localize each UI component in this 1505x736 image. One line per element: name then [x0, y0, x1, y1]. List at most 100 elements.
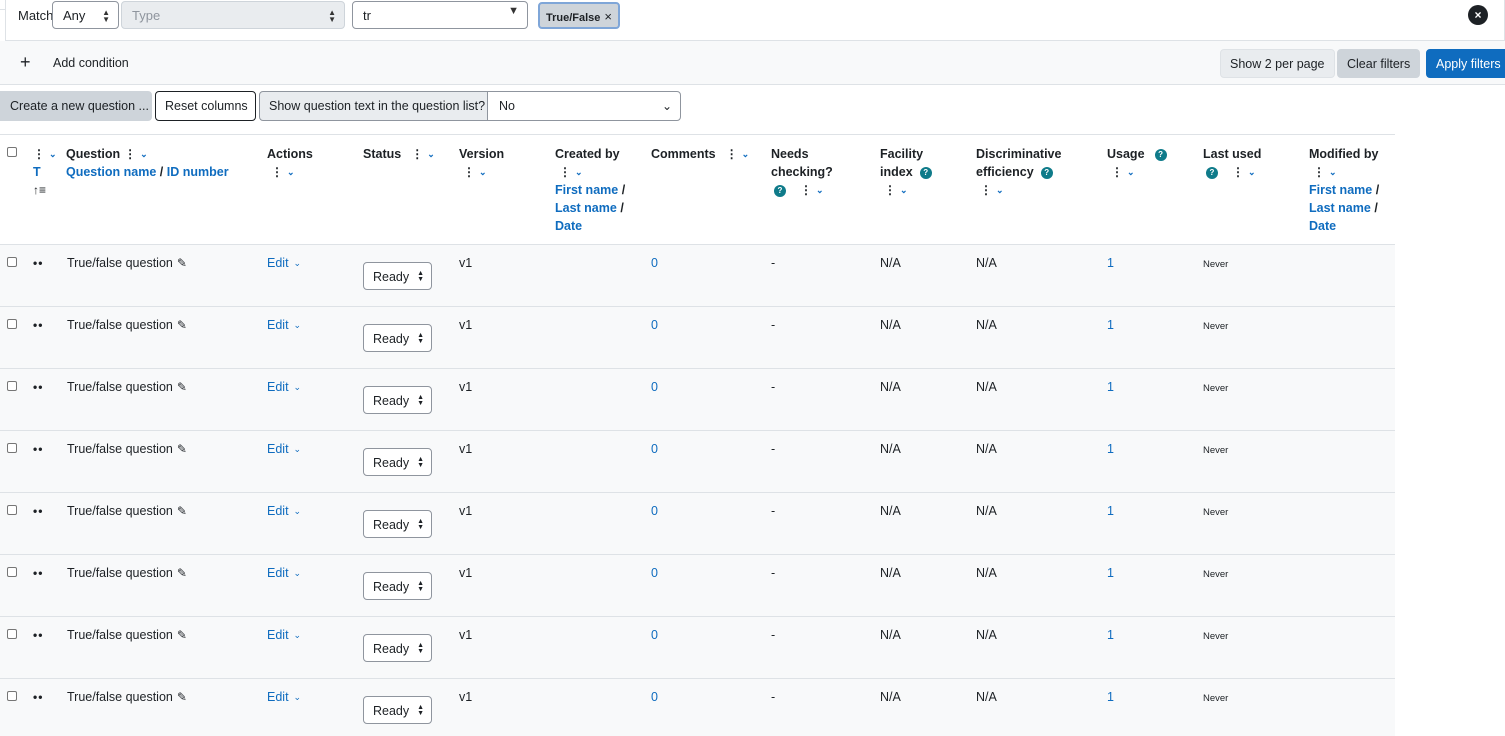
kebab-menu-icon[interactable]: ⋮: [411, 145, 423, 163]
row-checkbox[interactable]: [7, 257, 17, 267]
drag-handle-icon[interactable]: ••: [33, 442, 43, 456]
comments-link[interactable]: 0: [651, 628, 658, 642]
usage-link[interactable]: 1: [1107, 380, 1114, 394]
chevron-down-icon[interactable]: ⌄: [816, 181, 824, 199]
kebab-menu-icon[interactable]: ⋮: [559, 163, 571, 181]
usage-link[interactable]: 1: [1107, 690, 1114, 704]
status-select[interactable]: Ready ▲ ▼: [363, 386, 432, 414]
filter-search-select[interactable]: tr ▼: [352, 1, 528, 29]
kebab-menu-icon[interactable]: ⋮: [800, 181, 812, 199]
pencil-icon[interactable]: ✎: [177, 566, 187, 580]
apply-filters-button[interactable]: Apply filters: [1426, 49, 1505, 78]
close-icon[interactable]: ×: [1468, 5, 1488, 25]
sort-modified-first-name-link[interactable]: First name: [1309, 183, 1372, 197]
usage-link[interactable]: 1: [1107, 504, 1114, 518]
status-select[interactable]: Ready ▲ ▼: [363, 448, 432, 476]
comments-link[interactable]: 0: [651, 566, 658, 580]
row-checkbox[interactable]: [7, 381, 17, 391]
show-per-page-button[interactable]: Show 2 per page: [1220, 49, 1335, 78]
sort-modified-last-name-link[interactable]: Last name: [1309, 201, 1371, 215]
status-select[interactable]: Ready ▲ ▼: [363, 634, 432, 662]
sort-id-number-link[interactable]: ID number: [167, 165, 229, 179]
chevron-down-icon[interactable]: ⌄: [49, 145, 57, 163]
drag-handle-icon[interactable]: ••: [33, 504, 43, 518]
comments-link[interactable]: 0: [651, 504, 658, 518]
tag-remove-icon[interactable]: ×: [604, 9, 612, 24]
kebab-menu-icon[interactable]: ⋮: [271, 163, 283, 181]
show-question-text-select[interactable]: No ⌄: [487, 91, 681, 121]
pencil-icon[interactable]: ✎: [177, 318, 187, 332]
add-condition-link[interactable]: Add condition: [53, 56, 129, 70]
row-checkbox[interactable]: [7, 691, 17, 701]
drag-handle-icon[interactable]: ••: [33, 256, 43, 270]
pencil-icon[interactable]: ✎: [177, 256, 187, 270]
edit-menu-link[interactable]: Edit ⌄: [267, 690, 301, 704]
drag-handle-icon[interactable]: ••: [33, 628, 43, 642]
status-select[interactable]: Ready ▲ ▼: [363, 572, 432, 600]
create-question-button[interactable]: Create a new question ...: [0, 91, 152, 121]
status-select[interactable]: Ready ▲ ▼: [363, 324, 432, 352]
row-checkbox[interactable]: [7, 629, 17, 639]
status-select[interactable]: Ready ▲ ▼: [363, 510, 432, 538]
sort-created-last-name-link[interactable]: Last name: [555, 201, 617, 215]
comments-link[interactable]: 0: [651, 442, 658, 456]
chevron-down-icon[interactable]: ⌄: [427, 145, 435, 163]
help-icon[interactable]: ?: [774, 185, 786, 197]
pencil-icon[interactable]: ✎: [177, 504, 187, 518]
chevron-down-icon[interactable]: ⌄: [287, 163, 295, 181]
chevron-down-icon[interactable]: ⌄: [575, 163, 583, 181]
status-select[interactable]: Ready ▲ ▼: [363, 696, 432, 724]
help-icon[interactable]: ?: [919, 167, 932, 179]
help-icon[interactable]: ?: [1040, 167, 1053, 179]
sort-created-first-name-link[interactable]: First name: [555, 183, 618, 197]
drag-handle-icon[interactable]: ••: [33, 566, 43, 580]
row-checkbox[interactable]: [7, 567, 17, 577]
comments-link[interactable]: 0: [651, 690, 658, 704]
plus-icon[interactable]: +: [20, 53, 31, 71]
kebab-menu-icon[interactable]: ⋮: [463, 163, 475, 181]
kebab-menu-icon[interactable]: ⋮: [1111, 163, 1123, 181]
pencil-icon[interactable]: ✎: [177, 442, 187, 456]
edit-menu-link[interactable]: Edit ⌄: [267, 318, 301, 332]
select-all-checkbox[interactable]: [7, 147, 17, 157]
clear-filters-button[interactable]: Clear filters: [1337, 49, 1421, 78]
edit-menu-link[interactable]: Edit ⌄: [267, 628, 301, 642]
kebab-menu-icon[interactable]: ⋮: [1232, 163, 1244, 181]
kebab-menu-icon[interactable]: ⋮: [1313, 163, 1325, 181]
pencil-icon[interactable]: ✎: [177, 628, 187, 642]
sort-question-name-link[interactable]: Question name: [66, 165, 156, 179]
drag-handle-icon[interactable]: ••: [33, 380, 43, 394]
kebab-menu-icon[interactable]: ⋮: [980, 181, 992, 199]
row-checkbox[interactable]: [7, 319, 17, 329]
edit-menu-link[interactable]: Edit ⌄: [267, 442, 301, 456]
chevron-down-icon[interactable]: ⌄: [900, 181, 908, 199]
chevron-down-icon[interactable]: ⌄: [1248, 163, 1256, 181]
chevron-down-icon[interactable]: ⌄: [1329, 163, 1337, 181]
row-checkbox[interactable]: [7, 505, 17, 515]
kebab-menu-icon[interactable]: ⋮: [726, 145, 738, 163]
usage-link[interactable]: 1: [1107, 256, 1114, 270]
comments-link[interactable]: 0: [651, 318, 658, 332]
edit-menu-link[interactable]: Edit ⌄: [267, 256, 301, 270]
usage-link[interactable]: 1: [1107, 566, 1114, 580]
chevron-down-icon[interactable]: ⌄: [1127, 163, 1135, 181]
status-select[interactable]: Ready ▲ ▼: [363, 262, 432, 290]
edit-menu-link[interactable]: Edit ⌄: [267, 380, 301, 394]
drag-handle-icon[interactable]: ••: [33, 690, 43, 704]
chevron-down-icon[interactable]: ⌄: [996, 181, 1004, 199]
usage-link[interactable]: 1: [1107, 628, 1114, 642]
pencil-icon[interactable]: ✎: [177, 690, 187, 704]
usage-link[interactable]: 1: [1107, 442, 1114, 456]
match-select[interactable]: Any ▲ ▼: [52, 1, 119, 29]
kebab-menu-icon[interactable]: ⋮: [33, 145, 45, 163]
chevron-down-icon[interactable]: ⌄: [742, 145, 750, 163]
kebab-menu-icon[interactable]: ⋮: [124, 145, 136, 163]
sort-created-date-link[interactable]: Date: [555, 217, 625, 235]
help-icon[interactable]: ?: [1206, 167, 1218, 179]
edit-menu-link[interactable]: Edit ⌄: [267, 566, 301, 580]
usage-link[interactable]: 1: [1107, 318, 1114, 332]
comments-link[interactable]: 0: [651, 256, 658, 270]
sort-modified-date-link[interactable]: Date: [1309, 217, 1379, 235]
reset-columns-button[interactable]: Reset columns: [155, 91, 256, 121]
sort-type-link[interactable]: T: [33, 163, 57, 181]
